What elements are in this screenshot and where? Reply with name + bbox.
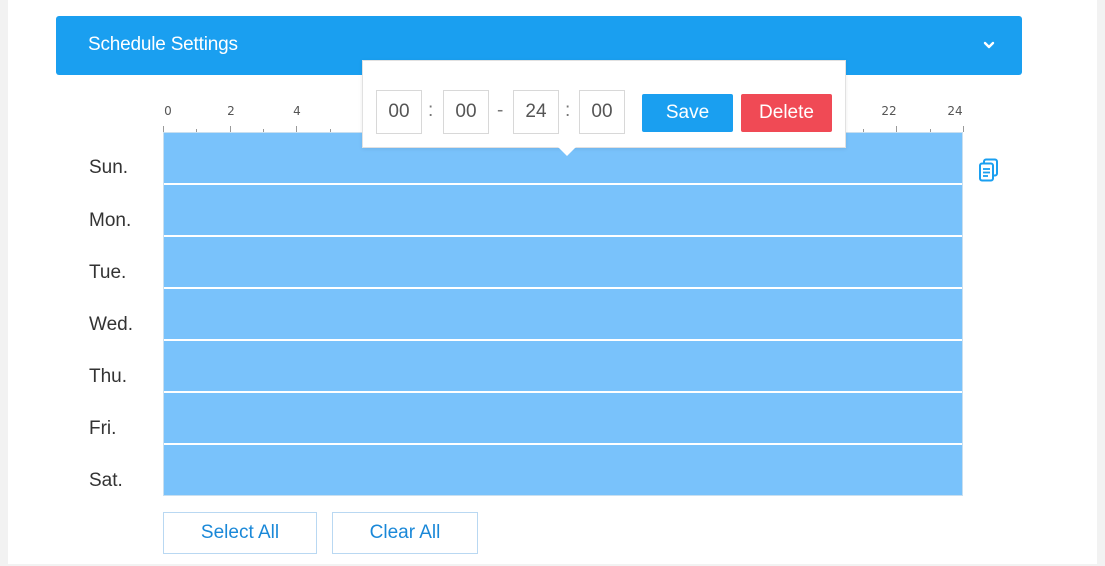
time-range-editor: 00 : 00 - 24 : 00 Save Delete [362,60,846,156]
day-label-fri: Fri. [89,418,117,439]
weekly-schedule-grid[interactable] [163,132,963,496]
day-label-wed: Wed. [89,314,134,335]
time-colon: : [565,100,571,121]
ruler-label-2: 2 [227,104,235,118]
day-label-tue: Tue. [89,262,127,283]
clear-all-button[interactable]: Clear All [332,512,478,554]
schedule-row-mon[interactable] [164,185,962,235]
time-colon: : [428,100,434,121]
section-title: Schedule Settings [88,34,238,55]
ruler-label-0: 0 [164,104,172,118]
day-label-sun: Sun. [89,157,129,178]
schedule-row-tue[interactable] [164,237,962,287]
start-minute-input[interactable]: 00 [443,90,489,134]
start-hour-input[interactable]: 00 [376,90,422,134]
popup-pointer [558,147,576,156]
schedule-row-wed[interactable] [164,289,962,339]
ruler-tick [963,126,964,132]
end-minute-input[interactable]: 00 [579,90,625,134]
ruler-label-24: 24 [947,104,963,118]
copy-schedule-icon[interactable] [978,158,1000,182]
chevron-down-icon[interactable] [982,38,996,52]
select-all-button[interactable]: Select All [163,512,317,554]
ruler-label-22: 22 [881,104,897,118]
day-label-sat: Sat. [89,470,123,491]
range-separator: - [497,100,504,121]
schedule-row-thu[interactable] [164,341,962,391]
save-button[interactable]: Save [642,94,733,132]
day-label-mon: Mon. [89,210,132,231]
day-label-thu: Thu. [89,366,128,387]
schedule-row-fri[interactable] [164,393,962,443]
schedule-row-sat[interactable] [164,445,962,495]
end-hour-input[interactable]: 24 [513,90,559,134]
delete-button[interactable]: Delete [741,94,832,132]
ruler-label-4: 4 [293,104,301,118]
